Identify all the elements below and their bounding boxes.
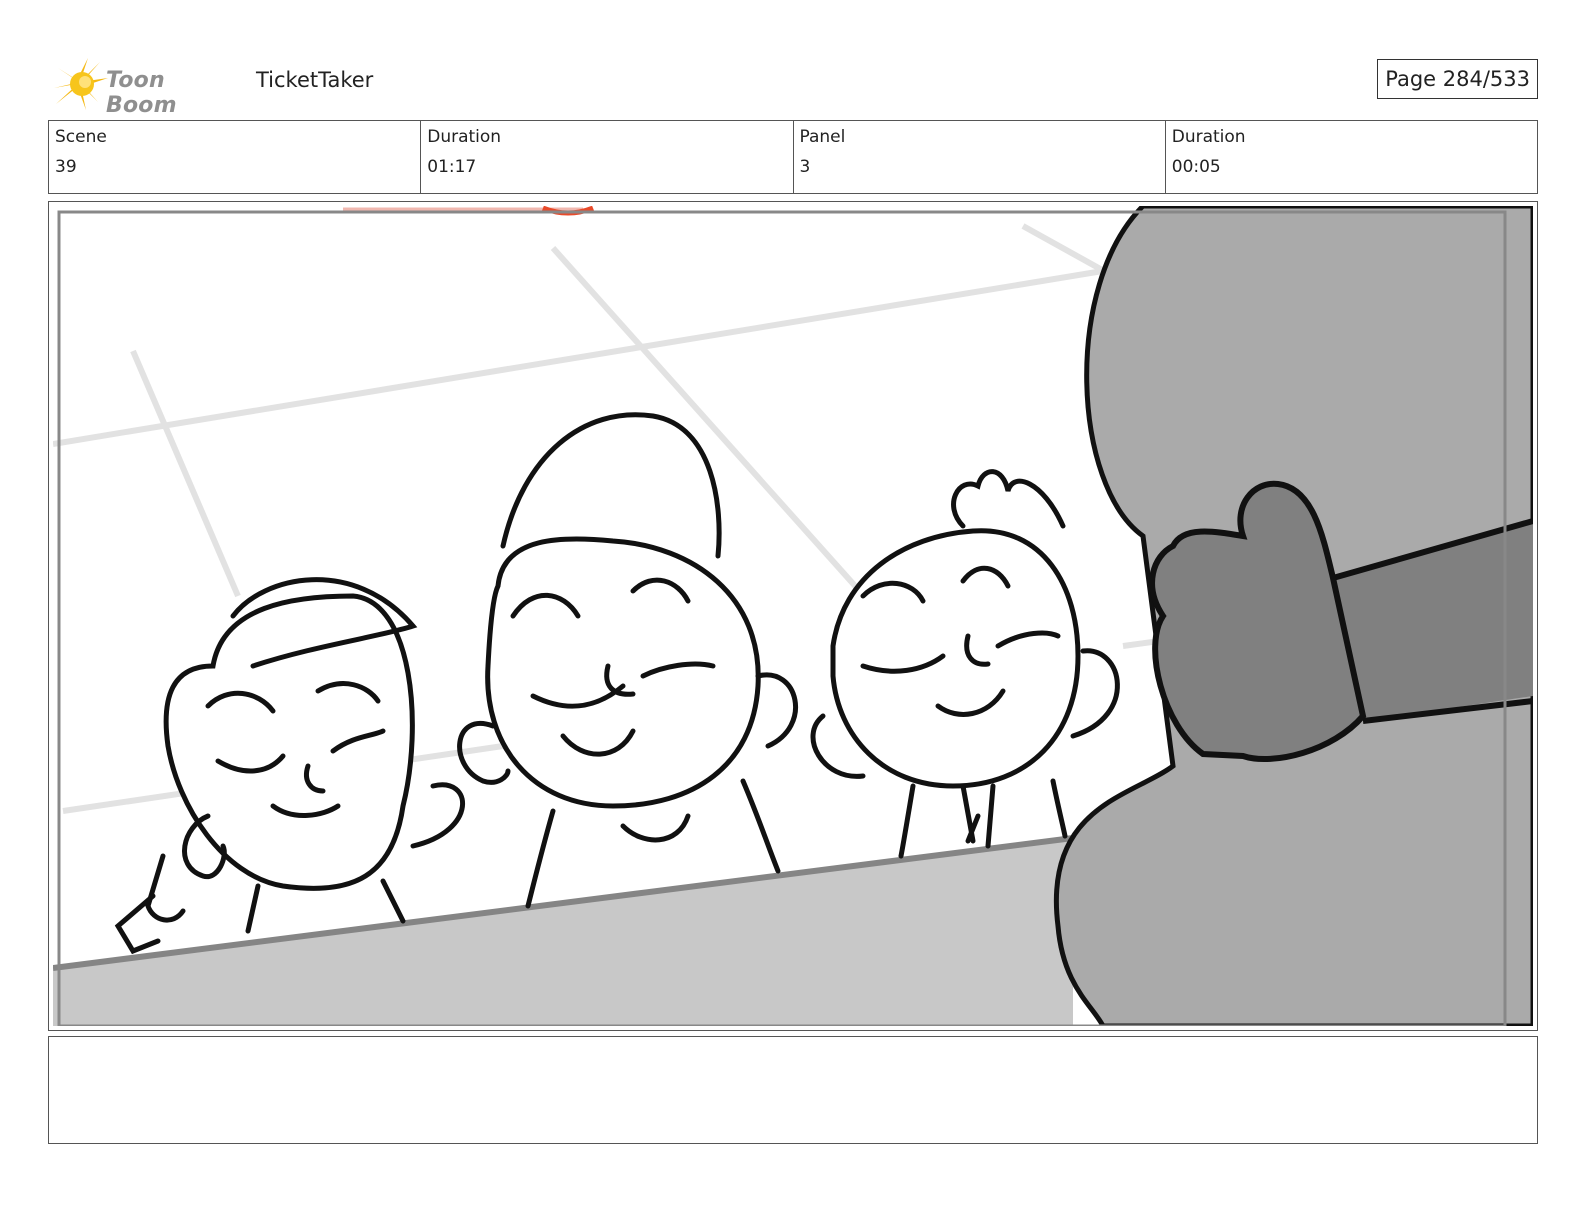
panel-cell: Panel 3 [794,121,1166,193]
panel-value: 3 [799,157,811,177]
panel-duration-cell: Duration 00:05 [1166,121,1537,193]
scene-duration-value: 01:17 [427,157,477,177]
scene-value: 39 [55,157,77,177]
panel-drawing [53,206,1533,1026]
scene-duration-label: Duration [427,127,502,147]
storyboard-panel [48,201,1538,1031]
toon-boom-logo: Toon Boom [50,56,240,118]
panel-duration-label: Duration [1171,127,1246,147]
scene-cell: Scene 39 [49,121,422,193]
logo-text: Toon Boom [106,68,177,118]
panel-notes [48,1036,1538,1144]
panel-label: Panel [799,127,846,147]
page-number: Page 284/533 [1377,59,1538,99]
panel-duration-value: 00:05 [1171,157,1221,177]
page-header: Toon Boom TicketTaker Page 284/533 [48,52,1538,118]
scene-label: Scene [55,127,107,147]
sun-burst-icon [54,58,108,110]
project-title: TicketTaker [256,68,374,92]
scene-info-table: Scene 39 Duration 01:17 Panel 3 Duration… [48,120,1538,194]
scene-duration-cell: Duration 01:17 [421,121,794,193]
